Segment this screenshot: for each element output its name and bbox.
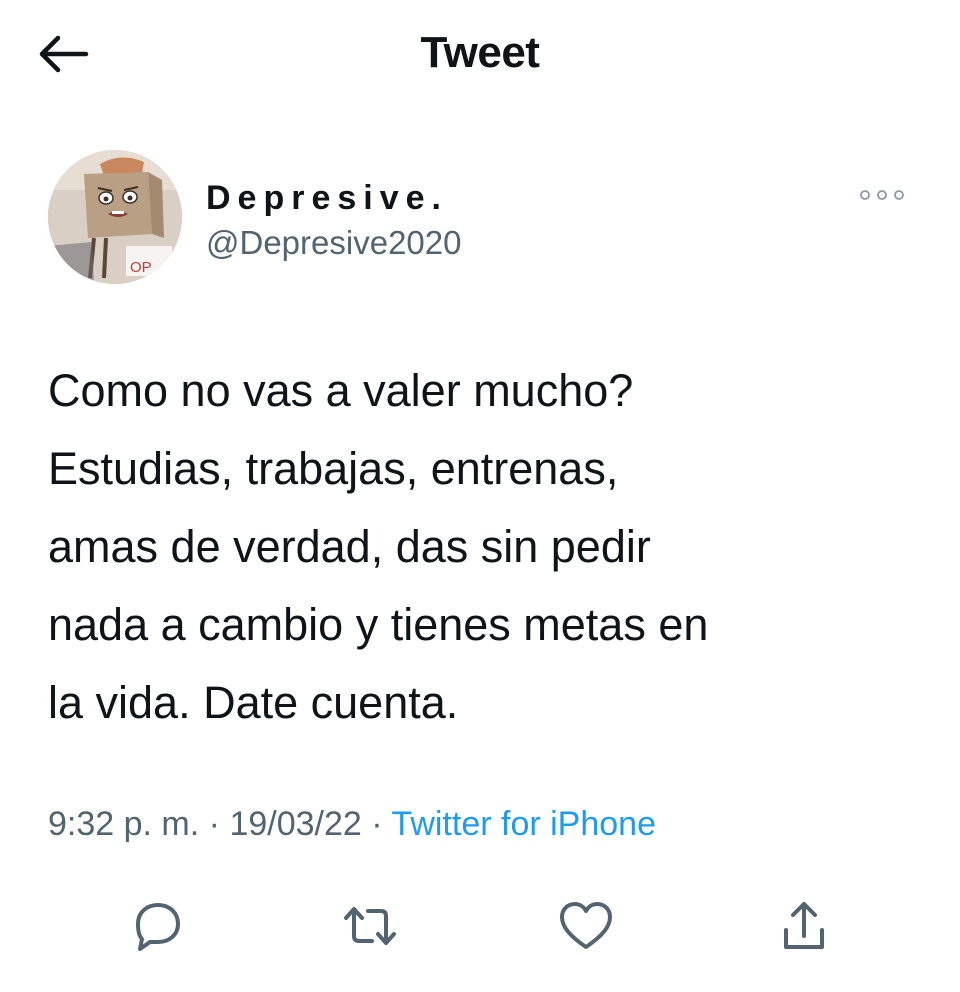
svg-text:OP: OP [130, 259, 152, 276]
author-display-name[interactable]: Depresive. [206, 178, 448, 218]
retweet-icon [344, 907, 396, 945]
tweet-metadata: 9:32 p. m. · 19/03/22 · Twitter for iPho… [48, 802, 656, 846]
reply-icon [136, 903, 180, 951]
tweet-date[interactable]: 19/03/22 [229, 805, 361, 843]
avatar-image: OP [48, 150, 182, 284]
share-button[interactable] [764, 886, 844, 966]
author-handle[interactable]: @Depresive2020 [206, 222, 461, 264]
reply-button[interactable] [118, 886, 198, 966]
avatar[interactable]: OP [48, 150, 182, 284]
more-horizontal-icon [860, 190, 904, 200]
share-icon [784, 902, 824, 949]
meta-separator: · [208, 805, 220, 843]
tweet-source-link[interactable]: Twitter for iPhone [391, 805, 656, 843]
tweet-text-line: Como no vas a valer mucho? [48, 365, 634, 416]
tweet-action-bar [0, 886, 960, 966]
tweet-text-line: nada a cambio y tienes metas en [48, 599, 709, 650]
tweet-text: Como no vas a valer mucho? Estudias, tra… [48, 352, 918, 742]
more-options-button[interactable] [852, 180, 912, 210]
tweet-author: OP Depresive. @Depresive2020 [48, 150, 912, 290]
tweet-text-line: amas de verdad, das sin pedir [48, 521, 651, 572]
top-bar: Tweet [0, 0, 960, 110]
like-button[interactable] [546, 886, 626, 966]
tweet-text-line: la vida. Date cuenta. [48, 677, 459, 728]
page-title: Tweet [420, 28, 540, 77]
retweet-button[interactable] [330, 886, 410, 966]
tweet-text-line: Estudias, trabajas, entrenas, [48, 443, 619, 494]
meta-separator: · [371, 805, 383, 843]
tweet-time[interactable]: 9:32 p. m. [48, 805, 199, 843]
like-icon [560, 902, 612, 949]
